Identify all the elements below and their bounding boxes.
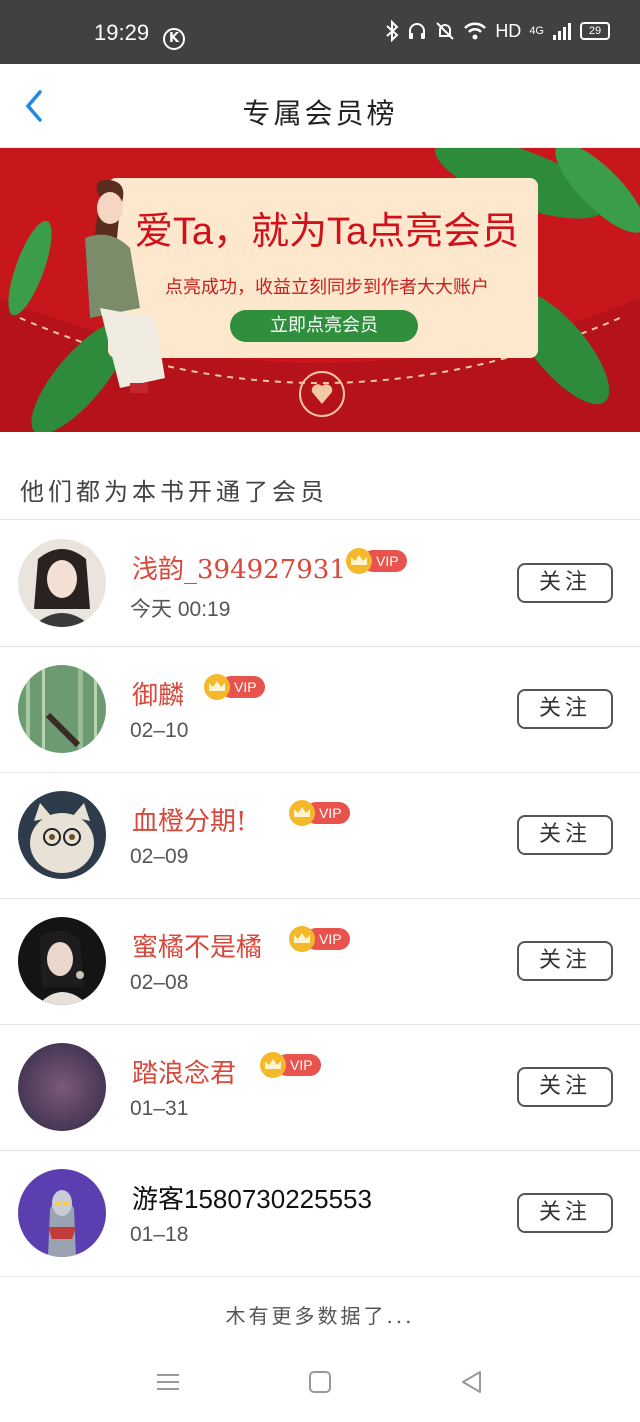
member-name[interactable]: 游客1580730225553 [132, 1179, 372, 1216]
follow-button[interactable]: 关注 [517, 563, 613, 603]
list-item[interactable]: 踏浪念君 VIP 01–31 关注 [0, 1025, 640, 1151]
battery-icon: 29 [580, 22, 610, 40]
member-date: 02–10 [130, 719, 189, 742]
back-triangle-icon[interactable] [458, 1368, 486, 1396]
vip-badge: VIP [260, 1052, 321, 1078]
status-icons: HD 4G 29 [385, 20, 610, 42]
follow-button[interactable]: 关注 [517, 941, 613, 981]
signal-icon [553, 23, 571, 40]
crown-icon [289, 800, 315, 826]
home-icon[interactable] [306, 1368, 334, 1396]
bluetooth-icon [386, 20, 399, 42]
follow-button[interactable]: 关注 [517, 1067, 613, 1107]
nav-bar: 专属会员榜 [0, 64, 640, 148]
vip-badge: VIP [346, 548, 407, 574]
follow-button[interactable]: 关注 [517, 815, 613, 855]
vip-badge: VIP [289, 800, 350, 826]
member-name[interactable]: 浅韵_394927931 [132, 549, 346, 586]
member-name[interactable]: 御麟 [132, 675, 184, 712]
no-more-data-text: 木有更多数据了... [225, 1304, 415, 1328]
follow-button[interactable]: 关注 [517, 689, 613, 729]
list-item[interactable]: 御麟 VIP 02–10 关注 [0, 647, 640, 773]
list-item[interactable]: 游客1580730225553 01–18 关注 [0, 1151, 640, 1277]
member-date: 02–08 [130, 971, 189, 994]
member-name[interactable]: 血橙分期! [132, 801, 246, 838]
list-item[interactable]: 血橙分期! VIP 02–09 关注 [0, 773, 640, 899]
member-date: 01–31 [130, 1097, 189, 1120]
banner-subtitle: 点亮成功，收益立刻同步到作者大大账户 [165, 277, 489, 298]
member-date: 02–09 [130, 845, 189, 868]
crown-icon [260, 1052, 286, 1078]
member-date: 今天 00:19 [130, 598, 231, 621]
status-bar: 19:29 K HD 4G 29 [0, 0, 640, 64]
section-title: 他们都为本书开通了会员 [20, 478, 328, 506]
wifi-icon [464, 22, 487, 40]
light-up-vip-button[interactable]: 立即点亮会员 [230, 310, 418, 342]
crown-icon [346, 548, 372, 574]
list-item[interactable]: 蜜橘不是橘 VIP 02–08 关注 [0, 899, 640, 1025]
member-name[interactable]: 蜜橘不是橘 [132, 927, 262, 964]
banner-title: 爱Ta，就为Ta点亮会员 [134, 211, 520, 253]
promo-banner[interactable]: 爱Ta，就为Ta点亮会员 点亮成功，收益立刻同步到作者大大账户 立即点亮会员 [0, 148, 640, 432]
avatar[interactable] [18, 1169, 106, 1257]
mute-bell-icon [436, 22, 455, 40]
network-label: HD [495, 20, 522, 41]
crown-icon [289, 926, 315, 952]
avatar[interactable] [18, 665, 106, 753]
avatar[interactable] [18, 1043, 106, 1131]
avatar[interactable] [18, 917, 106, 1005]
follow-button[interactable]: 关注 [517, 1193, 613, 1233]
menu-icon[interactable] [154, 1368, 182, 1396]
avatar[interactable] [18, 791, 106, 879]
section-header: 他们都为本书开通了会员 [0, 432, 640, 520]
crown-icon [204, 674, 230, 700]
member-date: 01–18 [130, 1223, 189, 1246]
k-badge-icon: K [163, 28, 185, 50]
list-item[interactable]: 浅韵_394927931 VIP 今天 00:19 关注 [0, 521, 640, 647]
member-name[interactable]: 踏浪念君 [132, 1053, 236, 1090]
page-title: 专属会员榜 [242, 97, 398, 130]
vip-badge: VIP [204, 674, 265, 700]
system-nav-bar [0, 1350, 640, 1422]
member-list: 浅韵_394927931 VIP 今天 00:19 关注 御麟 VIP 02–1… [0, 521, 640, 1277]
headphones-icon [409, 23, 426, 39]
vip-badge: VIP [289, 926, 350, 952]
avatar[interactable] [18, 539, 106, 627]
status-time: 19:29 [94, 20, 150, 45]
net-gen-label: 4G [529, 25, 544, 37]
